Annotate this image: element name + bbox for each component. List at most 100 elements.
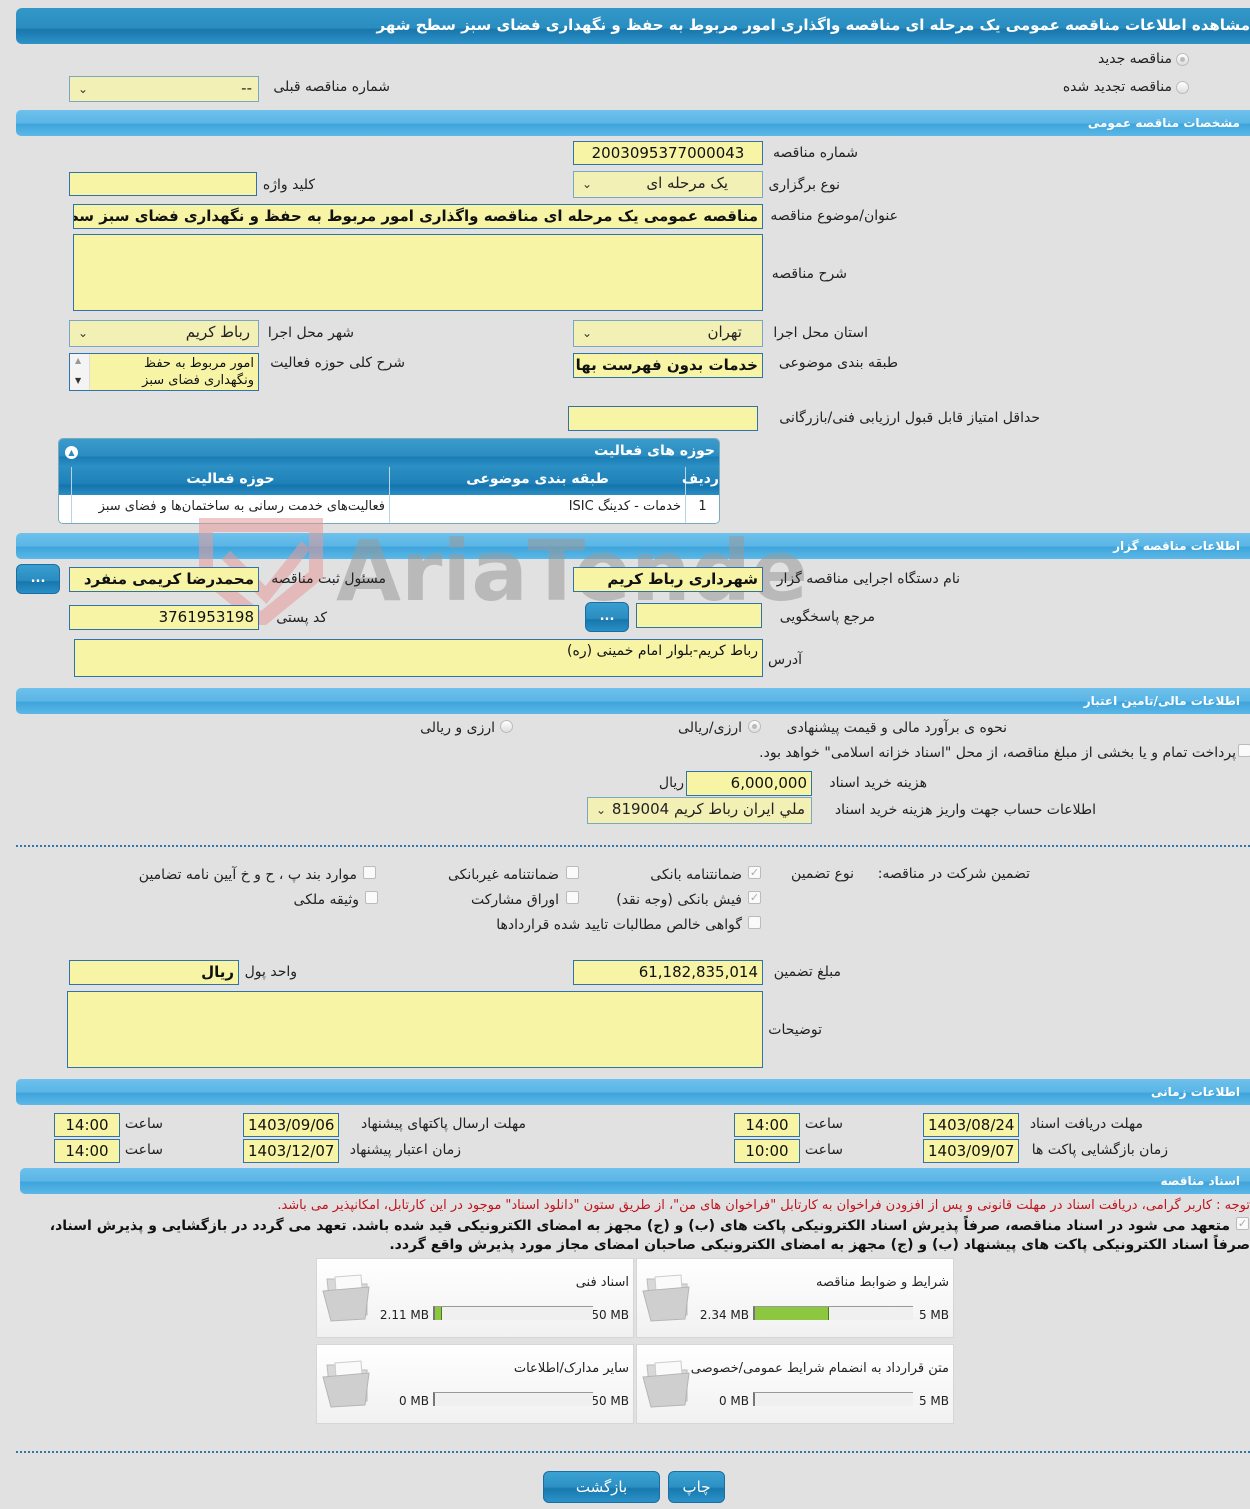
document-size-bar-fill xyxy=(435,1307,442,1320)
holding-type-label: نوع برگزاری xyxy=(768,177,840,193)
section-organizer-title: اطلاعات مناقصه گزار xyxy=(1113,539,1240,553)
organizer-name-label: نام دستگاه اجرایی مناقصه گزار xyxy=(776,571,960,587)
guarantee-cash-checkbox[interactable]: ✓ xyxy=(748,891,761,904)
activity-desc-field[interactable]: امور مربوط به حفظ ونگهداری فضای سبز xyxy=(69,353,259,391)
activities-panel: حوزه های فعالیت ▲ ردیف طبقه بندی موضوعی … xyxy=(58,438,720,524)
city-select[interactable]: رباط کریم ⌄ xyxy=(69,320,259,347)
opening-time-field[interactable]: 10:00 xyxy=(734,1139,800,1163)
postal-code-field[interactable]: 3761953198 xyxy=(69,605,259,630)
description-label: شرح مناقصه xyxy=(771,266,847,282)
organizer-name-field[interactable]: شهرداری رباط کریم xyxy=(573,567,763,592)
document-current-size: 2.34 MB xyxy=(699,1308,749,1322)
doc-deadline-time-field[interactable]: 14:00 xyxy=(734,1113,800,1137)
holding-type-select[interactable]: یک مرحله ای ⌄ xyxy=(573,171,763,198)
new-tender-radio[interactable] xyxy=(1176,53,1189,66)
submit-deadline-date-field[interactable]: 1403/09/06 xyxy=(243,1113,339,1137)
postal-code-label: کد پستی xyxy=(276,610,327,626)
guarantee-claims-checkbox[interactable] xyxy=(748,916,761,929)
previous-number-select[interactable]: -- ⌄ xyxy=(69,76,259,102)
doc-deadline-label: مهلت دریافت اسناد xyxy=(1029,1116,1143,1132)
activities-header: حوزه های فعالیت ▲ xyxy=(59,439,719,467)
document-max-size: 5 MB xyxy=(918,1394,949,1408)
document-card[interactable]: اسناد فنی 50 MB 2.11 MB xyxy=(316,1258,634,1338)
folder-icon xyxy=(642,1274,690,1322)
chevron-down-icon: ⌄ xyxy=(78,82,89,96)
column-spacer xyxy=(59,467,71,495)
province-label: استان محل اجرا xyxy=(773,325,868,341)
collapse-icon[interactable]: ▲ xyxy=(65,446,78,459)
validity-date-field[interactable]: 1403/12/07 xyxy=(243,1139,339,1163)
doc-cost-field[interactable]: 6,000,000 xyxy=(686,771,812,796)
new-tender-label: مناقصه جدید xyxy=(1097,51,1172,67)
divider xyxy=(16,1451,1250,1453)
min-score-label: حداقل امتیاز قابل قبول ارزیابی فنی/بازرگ… xyxy=(779,410,1040,426)
guarantee-amount-field[interactable]: 61,182,835,014 xyxy=(573,960,763,985)
chevron-down-icon: ⌄ xyxy=(596,803,607,817)
validity-time-field[interactable]: 14:00 xyxy=(54,1139,120,1163)
document-card[interactable]: متن قرارداد به انضمام شرایط عمومی/خصوصی 5… xyxy=(636,1344,954,1424)
category-label: طبقه بندی موضوعی xyxy=(778,355,898,371)
description-field[interactable] xyxy=(73,234,763,311)
guarantee-bank-label: ضمانتنامه بانکی xyxy=(650,867,742,883)
currency-field[interactable]: ریال xyxy=(69,960,239,985)
estimate-option-currency-rial-radio[interactable] xyxy=(748,720,761,733)
section-finance: اطلاعات مالی/تامین اعتبار xyxy=(16,688,1250,714)
tender-number-field[interactable]: 2003095377000043 xyxy=(573,141,763,165)
scroll-up-icon[interactable]: ▲ xyxy=(75,356,81,365)
document-card[interactable]: شرایط و ضوابط مناقصه 5 MB 2.34 MB xyxy=(636,1258,954,1338)
province-select[interactable]: تهران ⌄ xyxy=(573,320,763,347)
treasury-text: پرداخت تمام و یا بخشی از مبلغ مناقصه، از… xyxy=(759,745,1236,761)
activity-desc-scrollbar[interactable]: ▲ ▼ xyxy=(70,354,90,390)
guarantee-nonbank-checkbox[interactable] xyxy=(566,866,579,879)
submit-deadline-hour-label: ساعت xyxy=(124,1116,163,1132)
guarantee-bonds-checkbox[interactable] xyxy=(566,891,579,904)
column-row-number: ردیف xyxy=(682,467,719,495)
activity-desc-value: امور مربوط به حفظ ونگهداری فضای سبز xyxy=(142,356,254,388)
min-score-field[interactable] xyxy=(568,406,758,431)
chevron-down-icon: ⌄ xyxy=(582,177,593,191)
document-card[interactable]: سایر مدارک/اطلاعات 50 MB 0 MB xyxy=(316,1344,634,1424)
address-field[interactable]: رباط کریم-بلوار امام خمینی (ره) xyxy=(74,639,763,677)
category-field[interactable]: خدمات بدون فهرست بها xyxy=(573,353,763,378)
submit-deadline-time-field[interactable]: 14:00 xyxy=(54,1113,120,1137)
document-current-size: 2.11 MB xyxy=(379,1308,429,1322)
account-select[interactable]: ملي ايران رباط کریم 819004 ⌄ xyxy=(587,797,812,824)
guarantee-claims-label: گواهی خالص مطالبات تایید شده قراردادها xyxy=(496,917,742,933)
chevron-down-icon: ⌄ xyxy=(78,326,89,340)
print-button[interactable]: چاپ xyxy=(668,1471,725,1503)
cell-activity-field: فعالیت‌های خدمت رسانی به ساختمان‌ها و فض… xyxy=(71,495,389,523)
section-timing-title: اطلاعات زمانی xyxy=(1151,1085,1240,1099)
column-category: طبقه بندی موضوعی xyxy=(389,467,685,495)
reference-lookup-button[interactable]: ... xyxy=(585,602,629,632)
commitment-checkbox[interactable]: ✓ xyxy=(1236,1217,1249,1230)
renewed-tender-radio[interactable] xyxy=(1176,81,1189,94)
estimate-option-currency-rial-label: ارزی/ریالی xyxy=(678,720,742,736)
doc-deadline-date-field[interactable]: 1403/08/24 xyxy=(923,1113,1019,1137)
table-row: 1 خدمات - کدینگ ISIC فعالیت‌های خدمت رسا… xyxy=(59,495,719,523)
document-current-size: 0 MB xyxy=(718,1394,749,1408)
section-timing: اطلاعات زمانی xyxy=(16,1079,1250,1105)
guarantee-nonbank-label: ضمانتنامه غیربانکی xyxy=(447,867,559,883)
notes-field[interactable] xyxy=(67,991,763,1068)
activity-desc-label: شرح کلی حوزه فعالیت xyxy=(270,355,405,371)
city-label: شهر محل اجرا xyxy=(267,325,354,341)
registrar-field[interactable]: محمدرضا کریمی منفرد xyxy=(69,567,259,592)
back-button[interactable]: بازگشت xyxy=(543,1471,660,1503)
doc-cost-unit: ریال xyxy=(658,775,684,791)
guarantee-property-checkbox[interactable] xyxy=(365,891,378,904)
treasury-checkbox[interactable] xyxy=(1238,744,1250,757)
reference-field[interactable] xyxy=(636,603,762,628)
folder-icon xyxy=(322,1360,370,1408)
opening-label: زمان بازگشایی پاکت ها xyxy=(1031,1142,1168,1158)
subject-field[interactable]: مناقصه عمومی یک مرحله ای مناقصه واگذاری … xyxy=(73,204,763,229)
document-title: اسناد فنی xyxy=(575,1275,629,1290)
document-size-bar xyxy=(433,1306,593,1320)
divider xyxy=(16,845,1250,847)
guarantee-other-checkbox[interactable] xyxy=(363,866,376,879)
guarantee-bank-checkbox[interactable]: ✓ xyxy=(748,866,761,879)
opening-date-field[interactable]: 1403/09/07 xyxy=(923,1139,1019,1163)
registrar-lookup-button[interactable]: ... xyxy=(16,564,60,594)
scroll-down-icon[interactable]: ▼ xyxy=(75,376,81,385)
estimate-option-both-radio[interactable] xyxy=(500,720,513,733)
keyword-field[interactable] xyxy=(69,172,257,196)
